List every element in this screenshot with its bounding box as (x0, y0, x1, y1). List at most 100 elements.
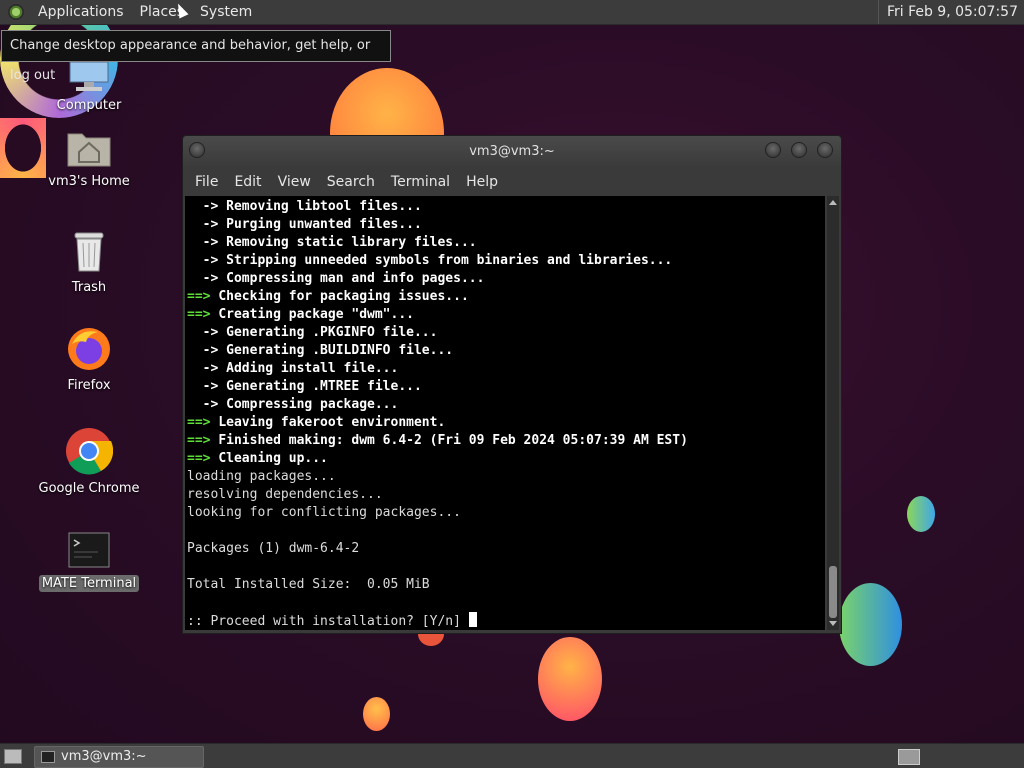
desktop-icon-trash[interactable]: Trash (34, 230, 144, 295)
system-menu-tooltip: Change desktop appearance and behavior, … (1, 30, 391, 83)
terminal-line: ==> Checking for packaging issues... (187, 288, 825, 306)
menu-file[interactable]: File (187, 174, 226, 190)
terminal-line-text: Generating .PKGINFO file... (226, 325, 438, 340)
terminal-line-text: Creating package "dwm"... (218, 307, 414, 322)
taskbar-window-label: vm3@vm3:~ (61, 749, 147, 764)
terminal-line-text: loading packages... (187, 469, 336, 484)
minimize-icon[interactable] (765, 142, 781, 158)
terminal-line (187, 558, 825, 576)
terminal-line-text: Compressing man and info pages... (226, 271, 485, 286)
top-panel: Applications Places System Fri Feb 9, 05… (0, 0, 1024, 25)
terminal-line-text: Removing libtool files... (226, 199, 422, 214)
terminal-line: -> Generating .MTREE file... (187, 378, 825, 396)
terminal-line-prefix: ==> (187, 289, 219, 304)
terminal-line-text: Stripping unneeded symbols from binaries… (226, 253, 673, 268)
applications-menu[interactable]: Applications (30, 0, 132, 24)
scrollbar-thumb[interactable] (829, 566, 837, 618)
terminal-line (187, 522, 825, 540)
terminal-line-text: Cleaning up... (218, 451, 328, 466)
terminal-line-text: Packages (1) dwm-6.4-2 (187, 541, 360, 556)
menu-terminal[interactable]: Terminal (383, 174, 458, 190)
chrome-icon (66, 428, 114, 475)
scroll-up-icon[interactable] (829, 200, 837, 205)
taskbar-window-button[interactable]: vm3@vm3:~ (34, 746, 204, 768)
text-cursor (468, 612, 477, 627)
terminal-icon (41, 751, 55, 763)
menu-view[interactable]: View (270, 174, 319, 190)
terminal-line: Total Installed Size: 0.05 MiB (187, 576, 825, 594)
terminal-line-text: Leaving fakeroot environment. (218, 415, 446, 430)
mate-menu-icon[interactable] (8, 4, 24, 20)
terminal-line: -> Generating .PKGINFO file... (187, 324, 825, 342)
terminal-line-prefix: -> (187, 217, 227, 232)
menu-edit[interactable]: Edit (226, 174, 269, 190)
clock[interactable]: Fri Feb 9, 05:07:57 (877, 0, 1018, 24)
terminal-line-text (187, 523, 195, 538)
trash-icon (74, 232, 104, 272)
terminal-line-prefix: -> (187, 361, 227, 376)
desktop-icon-home[interactable]: vm3's Home (34, 128, 144, 189)
terminal-line: -> Generating .BUILDINFO file... (187, 342, 825, 360)
terminal-line-text: Removing static library files... (226, 235, 477, 250)
window-title-bar[interactable]: vm3@vm3:~ (183, 136, 841, 168)
terminal-line-text: looking for conflicting packages... (187, 505, 461, 520)
terminal-line-text (187, 559, 195, 574)
close-icon[interactable] (817, 142, 833, 158)
desktop-icon-terminal[interactable]: MATE Terminal (34, 532, 144, 592)
terminal-line-text: Generating .BUILDINFO file... (226, 343, 454, 358)
terminal-prompt: :: Proceed with installation? [Y/n] (187, 614, 469, 629)
terminal-line-prefix: -> (187, 379, 227, 394)
terminal-line-text: Compressing package... (226, 397, 399, 412)
terminal-line: ==> Leaving fakeroot environment. (187, 414, 825, 432)
terminal-line-prefix: ==> (187, 451, 219, 466)
terminal-text: -> Removing libtool files... -> Purging … (185, 196, 825, 630)
terminal-line: ==> Cleaning up... (187, 450, 825, 468)
terminal-line: -> Removing static library files... (187, 234, 825, 252)
terminal-line-prefix: -> (187, 325, 227, 340)
terminal-line-prefix: -> (187, 343, 227, 358)
menu-help[interactable]: Help (458, 174, 506, 190)
wallpaper-blob (839, 583, 902, 666)
terminal-menubar: File Edit View Search Terminal Help (183, 168, 841, 196)
terminal-line-text: Checking for packaging issues... (218, 289, 469, 304)
terminal-line-prefix: -> (187, 271, 227, 286)
terminal-line-prefix: -> (187, 235, 227, 250)
terminal-line: -> Removing libtool files... (187, 198, 825, 216)
terminal-line: -> Purging unwanted files... (187, 216, 825, 234)
terminal-output[interactable]: -> Removing libtool files... -> Purging … (185, 196, 825, 630)
desktop-icon-firefox[interactable]: Firefox (34, 326, 144, 393)
terminal-line: -> Compressing package... (187, 396, 825, 414)
wallpaper-blob (363, 697, 390, 731)
terminal-line-prefix: -> (187, 253, 227, 268)
terminal-line: -> Compressing man and info pages... (187, 270, 825, 288)
desktop-icon-computer[interactable]: Computer (34, 61, 144, 113)
terminal-prompt-line: :: Proceed with installation? [Y/n] (187, 612, 825, 630)
desktop-icon-label: vm3's Home (48, 174, 130, 189)
desktop-icon-label: Google Chrome (38, 481, 140, 496)
scroll-down-icon[interactable] (829, 621, 837, 626)
terminal-line-text: resolving dependencies... (187, 487, 383, 502)
terminal-line-text (187, 595, 195, 610)
terminal-line: -> Adding install file... (187, 360, 825, 378)
desktop-icon-chrome[interactable]: Google Chrome (34, 427, 144, 496)
menu-search[interactable]: Search (319, 174, 383, 190)
terminal-line-text: Total Installed Size: 0.05 MiB (187, 577, 430, 592)
terminal-line: resolving dependencies... (187, 486, 825, 504)
terminal-icon (68, 532, 110, 568)
terminal-line (187, 594, 825, 612)
terminal-line-prefix: ==> (187, 433, 219, 448)
terminal-window[interactable]: vm3@vm3:~ File Edit View Search Terminal… (182, 135, 842, 634)
system-menu[interactable]: System (192, 0, 260, 24)
terminal-line-text: Purging unwanted files... (226, 217, 422, 232)
terminal-line-text: Finished making: dwm 6.4-2 (Fri 09 Feb 2… (218, 433, 688, 448)
terminal-line: Packages (1) dwm-6.4-2 (187, 540, 825, 558)
bottom-panel: vm3@vm3:~ (0, 743, 1024, 768)
terminal-line-prefix: ==> (187, 415, 219, 430)
terminal-scrollbar[interactable] (827, 196, 839, 630)
window-title: vm3@vm3:~ (469, 144, 555, 159)
computer-icon (69, 61, 109, 91)
show-desktop-icon[interactable] (4, 749, 22, 764)
terminal-line: -> Stripping unneeded symbols from binar… (187, 252, 825, 270)
workspace-switcher-icon[interactable] (898, 749, 920, 765)
maximize-icon[interactable] (791, 142, 807, 158)
